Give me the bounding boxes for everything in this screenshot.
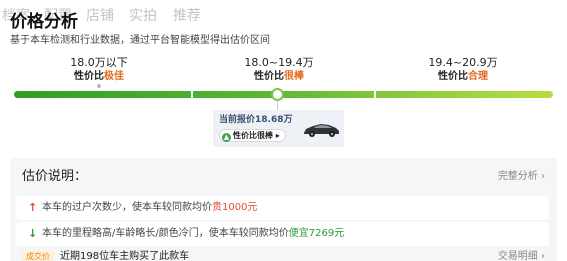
arrow-down-icon: ↓: [28, 227, 38, 240]
tab-photos[interactable]: 实拍: [129, 6, 157, 26]
section-subtitle: 基于本车检测和行业数据，通过平台智能模型得出估价区间: [10, 35, 270, 46]
full-analysis-link[interactable]: 完整分析 ›: [498, 170, 545, 184]
top-tabs: 档案 配置 店铺 实拍 推荐: [0, 6, 567, 26]
price-range-label: 18.0万以下: [70, 56, 128, 69]
deal-summary: 成交价 近期198位车主购买了此款车: [22, 250, 189, 261]
estimate-item: ↑ 本车的过户次数少，使本车较同款均价贵1000元: [16, 196, 549, 220]
rating-prefix: 性价比: [438, 71, 468, 82]
price-rating: 性价比合理: [408, 70, 518, 83]
estimate-item: ↓ 本车的里程略高/车龄略长/颜色冷门，使本车较同款均价便宜7269元: [16, 222, 549, 246]
deal-badge: 成交价: [22, 251, 54, 261]
value-badge-text: 性价比很棒: [233, 131, 273, 140]
arrow-up-circle-icon: ▲: [222, 133, 231, 142]
rating-value: 很棒: [284, 71, 304, 82]
estimate-panel: 估价说明： 完整分析 › ↑ 本车的过户次数少，使本车较同款均价贵1000元 ↓…: [10, 158, 557, 261]
tab-store[interactable]: 店铺: [86, 6, 114, 26]
price-rating: 性价比极佳: [44, 70, 154, 83]
estimate-item-highlight: 贵1000元: [212, 202, 258, 213]
range-tick: [97, 84, 101, 88]
rating-value: 极佳: [104, 71, 124, 82]
deal-text: 近期198位车主购买了此款车: [60, 251, 190, 261]
marker-stem: [277, 100, 278, 110]
value-badge: ▲ 性价比很棒 ▸: [219, 129, 286, 142]
rating-value: 合理: [468, 71, 488, 82]
bar-divider: [374, 89, 376, 100]
current-price-callout[interactable]: 当前报价18.68万 ▲ 性价比很棒 ▸: [213, 110, 344, 147]
rating-prefix: 性价比: [74, 71, 104, 82]
section-title: 价格分析: [10, 12, 78, 32]
price-range-label: 19.4~20.9万: [428, 56, 498, 69]
price-range-label: 18.0~19.4万: [244, 56, 314, 69]
price-rating: 性价比很棒: [224, 70, 334, 83]
estimate-item-text: 本车的过户次数少，使本车较同款均价贵1000元: [42, 202, 258, 213]
price-range-great: 18.0~19.4万 性价比很棒: [224, 56, 334, 83]
current-price-label: 当前报价18.68万: [219, 115, 293, 125]
estimate-item-text: 本车的里程略高/车龄略长/颜色冷门，使本车较同款均价便宜7269元: [42, 228, 345, 239]
rating-prefix: 性价比: [254, 71, 284, 82]
tab-recommend[interactable]: 推荐: [173, 6, 201, 26]
bar-divider: [191, 89, 193, 100]
car-icon: [304, 124, 339, 137]
price-range-fair: 19.4~20.9万 性价比合理: [408, 56, 518, 83]
estimate-title: 估价说明：: [22, 169, 88, 184]
price-range-excellent: 18.0万以下 性价比极佳: [44, 56, 154, 83]
estimate-item-highlight: 便宜7269元: [288, 228, 345, 239]
arrow-up-icon: ↑: [28, 201, 38, 214]
deal-details-link[interactable]: 交易明细 ›: [498, 250, 545, 261]
